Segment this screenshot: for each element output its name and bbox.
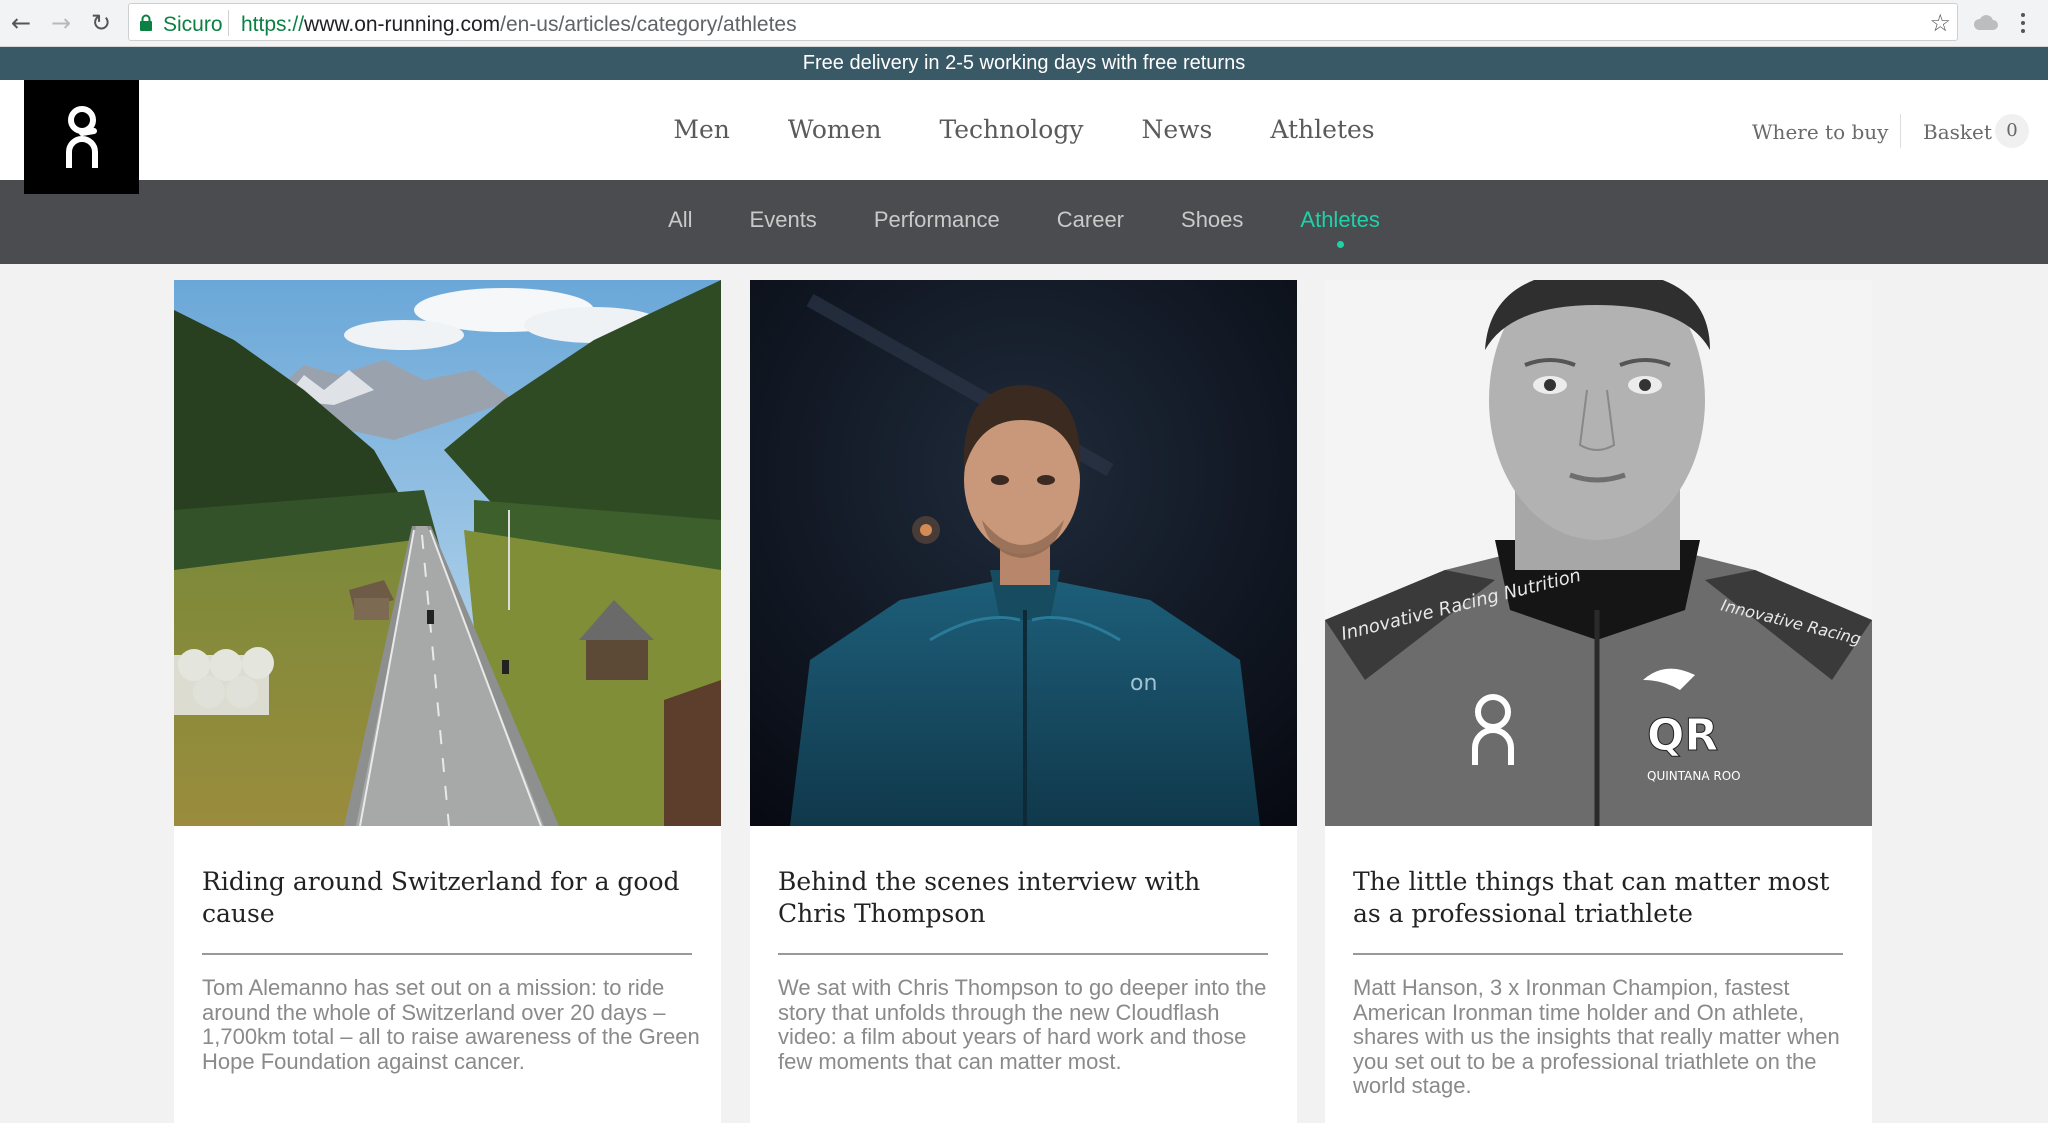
nav-women[interactable]: Women: [788, 80, 882, 180]
on-logo[interactable]: [24, 80, 139, 194]
reload-icon[interactable]: ↻: [86, 8, 116, 38]
article-title[interactable]: The little things that can matter most a…: [1353, 866, 1843, 930]
title-divider: [778, 953, 1268, 955]
bookmark-star-icon[interactable]: ☆: [1929, 9, 1951, 37]
forward-arrow-icon[interactable]: →: [46, 8, 76, 38]
article-image-triathlete[interactable]: Innovative Racing Nutrition Innovative R…: [1325, 280, 1872, 826]
tab-athletes[interactable]: Athletes: [1300, 180, 1380, 264]
article-title[interactable]: Behind the scenes interview with Chris T…: [778, 866, 1268, 930]
cloud-extension-icon[interactable]: [1973, 12, 1999, 32]
title-divider: [202, 953, 692, 955]
tab-athletes-label: Athletes: [1300, 207, 1380, 232]
title-divider: [1353, 953, 1843, 955]
tab-events[interactable]: Events: [750, 180, 817, 264]
tab-shoes[interactable]: Shoes: [1181, 180, 1243, 264]
header-divider: [1900, 114, 1901, 148]
tab-career[interactable]: Career: [1057, 180, 1124, 264]
basket-link[interactable]: Basket: [1923, 80, 1992, 180]
url-separator: [228, 10, 229, 36]
nav-men[interactable]: Men: [673, 80, 730, 180]
svg-text:QUINTANA ROO: QUINTANA ROO: [1647, 769, 1741, 783]
browser-toolbar: ← → ↻ Sicuro https://www.on-running.com/…: [0, 0, 2048, 47]
secure-label: Sicuro: [163, 13, 223, 36]
article-excerpt: Matt Hanson, 3 x Ironman Champion, faste…: [1353, 975, 1840, 1098]
article-excerpt: Tom Alemanno has set out on a mission: t…: [202, 975, 700, 1074]
browser-menu-icon[interactable]: [2018, 8, 2028, 38]
article-image-road[interactable]: [174, 280, 721, 826]
article-card[interactable]: on Behind the scenes interview with Chri…: [750, 280, 1297, 1123]
tab-all[interactable]: All: [668, 180, 692, 264]
nav-athletes[interactable]: Athletes: [1270, 80, 1374, 180]
url-path: /en-us/articles/category/athletes: [500, 13, 797, 36]
category-tabs: All Events Performance Career Shoes Athl…: [0, 180, 2048, 264]
address-bar[interactable]: Sicuro https://www.on-running.com/en-us/…: [128, 3, 1958, 41]
where-to-buy-link[interactable]: Where to buy: [1752, 80, 1888, 180]
article-title[interactable]: Riding around Switzerland for a good cau…: [202, 866, 692, 930]
lock-icon: [140, 14, 152, 31]
basket-count-badge[interactable]: 0: [1995, 114, 2029, 148]
active-tab-indicator: [1337, 241, 1345, 248]
article-excerpt: We sat with Chris Thompson to go deeper …: [778, 975, 1267, 1074]
url-host: www.on-running.com: [304, 13, 501, 36]
on-logo-icon: [65, 106, 98, 168]
svg-text:on: on: [1130, 671, 1157, 696]
back-arrow-icon[interactable]: ←: [6, 8, 36, 38]
article-card[interactable]: Riding around Switzerland for a good cau…: [174, 280, 721, 1123]
svg-text:QR: QR: [1647, 710, 1718, 761]
article-card[interactable]: Innovative Racing Nutrition Innovative R…: [1325, 280, 1872, 1123]
url-text[interactable]: https://www.on-running.com/en-us/article…: [241, 13, 797, 37]
main-nav: Men Women Technology News Athletes: [0, 80, 2048, 180]
tab-performance[interactable]: Performance: [874, 180, 1000, 264]
url-scheme: https://: [241, 13, 305, 36]
nav-technology[interactable]: Technology: [940, 80, 1084, 180]
promo-banner: Free delivery in 2-5 working days with f…: [0, 47, 2048, 80]
nav-news[interactable]: News: [1141, 80, 1212, 180]
article-image-runner[interactable]: on: [750, 280, 1297, 826]
